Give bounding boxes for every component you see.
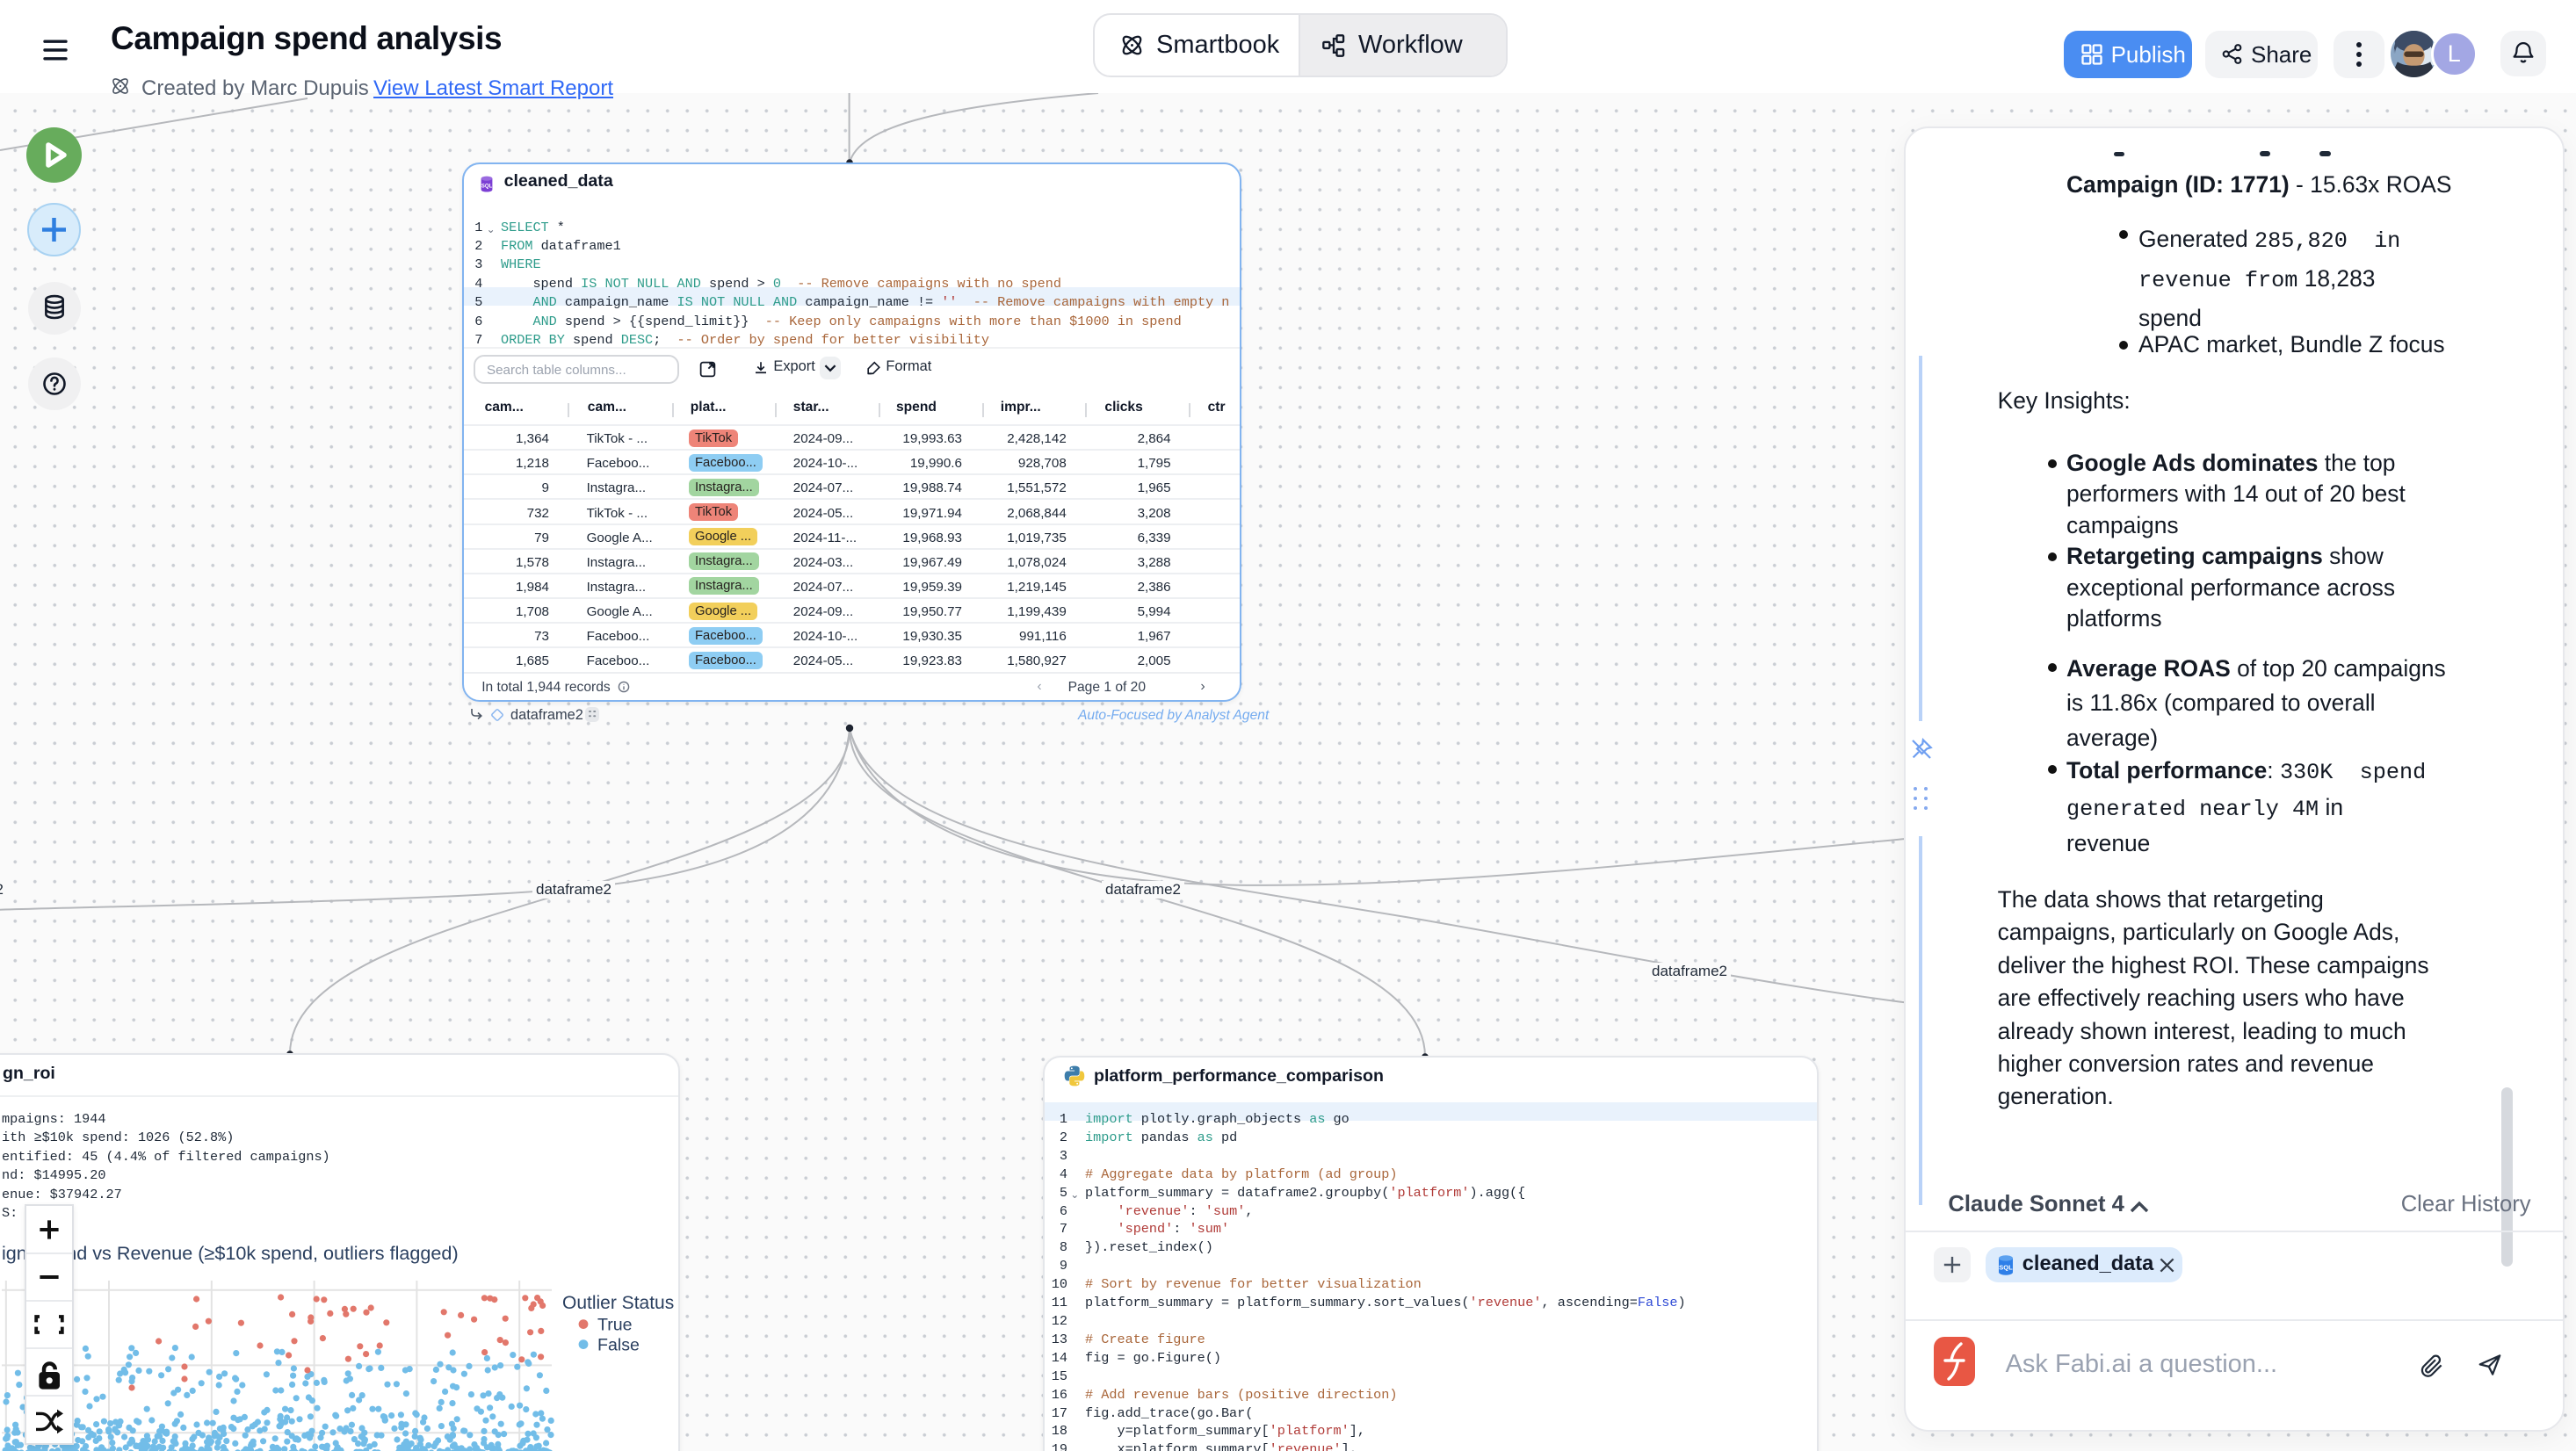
svg-text:SQL: SQL [1999, 1263, 2013, 1271]
svg-text:Outlier Status: Outlier Status [562, 1293, 674, 1313]
svg-text:False: False [597, 1336, 640, 1355]
svg-text:SQL: SQL [481, 184, 492, 190]
svg-text:True: True [597, 1316, 633, 1335]
